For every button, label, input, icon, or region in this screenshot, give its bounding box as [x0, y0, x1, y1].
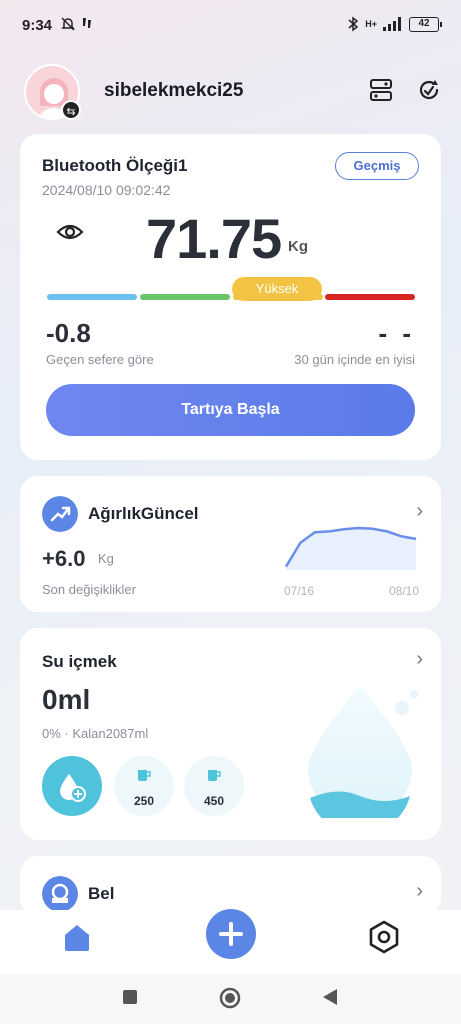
home-nav-icon[interactable]	[219, 987, 241, 1009]
cup-icon	[208, 770, 221, 781]
add-water-button[interactable]	[42, 756, 102, 816]
settings-icon[interactable]	[366, 919, 402, 955]
cup-icon	[138, 770, 151, 781]
weight-level-badge: Yüksek	[232, 277, 322, 301]
eye-icon[interactable]	[56, 222, 84, 242]
status-bar: 9:34 H+ 42	[0, 0, 461, 52]
chevron-right-icon[interactable]: ›	[416, 880, 423, 903]
network-type: H+	[365, 19, 377, 29]
device-list-icon[interactable]	[367, 76, 395, 104]
cup-250-button[interactable]: 250	[114, 756, 174, 816]
weight-value: 71.75	[146, 207, 282, 270]
water-drop-icon	[308, 686, 418, 818]
refresh-icon[interactable]	[415, 76, 443, 104]
scale-card: Bluetooth Ölçeği1 2024/08/10 09:02:42 Ge…	[20, 134, 441, 460]
waist-title: Bel	[88, 884, 115, 903]
weight-unit: Kg	[288, 238, 308, 255]
weight-change-value: +6.0	[42, 546, 86, 571]
history-button[interactable]: Geçmiş	[335, 152, 419, 180]
weight-change-label: Son değişiklikler	[42, 582, 136, 597]
water-intake-card[interactable]: Su içmek › 0ml 0% · Kalan2087ml 250 450	[20, 628, 441, 840]
diff-label: Geçen sefere göre	[46, 352, 154, 367]
system-nav-bar	[0, 974, 461, 1024]
username: sibelekmekci25	[104, 80, 244, 101]
battery-icon: 42	[409, 16, 442, 32]
back-icon[interactable]	[321, 988, 339, 1006]
best-value: - -	[378, 318, 415, 348]
chart-end-label: 08/10	[388, 584, 419, 598]
chevron-right-icon[interactable]: ›	[416, 648, 423, 671]
waist-card[interactable]: Bel ›	[20, 856, 441, 916]
cup-250-label: 250	[133, 794, 155, 808]
trend-up-icon	[42, 496, 78, 532]
status-notification-icons	[60, 16, 94, 32]
water-drop-add-icon	[60, 774, 86, 802]
recent-apps-icon[interactable]	[122, 989, 138, 1005]
weight-change-unit: Kg	[98, 551, 114, 566]
start-weighing-button[interactable]: Tartıya Başla	[46, 384, 415, 436]
weight-trend-chart	[284, 526, 417, 570]
tape-measure-icon	[42, 876, 78, 912]
weight-trend-card[interactable]: AğırlıkGüncel › +6.0 Kg Son değişiklikle…	[20, 476, 441, 612]
profile-header: ⇆ sibelekmekci25	[24, 64, 443, 124]
add-icon[interactable]	[205, 908, 257, 960]
chart-start-label: 07/16	[284, 584, 315, 598]
bell-off-icon	[61, 17, 75, 31]
bmi-bar-very-high	[325, 294, 415, 300]
measurement-timestamp: 2024/08/10 09:02:42	[42, 182, 171, 198]
cup-450-button[interactable]: 450	[184, 756, 244, 816]
water-progress: 0% · Kalan2087ml	[42, 726, 149, 741]
home-icon[interactable]	[60, 920, 94, 954]
bluetooth-icon	[348, 16, 359, 32]
bmi-bar-low	[47, 294, 137, 300]
best-label: 30 gün içinde en iyisi	[294, 352, 415, 367]
scale-device-name: Bluetooth Ölçeği1	[42, 156, 188, 175]
water-title: Su içmek	[42, 652, 117, 671]
diff-value: -0.8	[46, 318, 91, 348]
weight-trend-title: AğırlıkGüncel	[88, 504, 199, 523]
status-right-icons: H+ 42	[347, 16, 442, 32]
status-time: 9:34	[22, 17, 53, 34]
notification-icon	[83, 18, 91, 28]
bottom-tab-bar	[0, 908, 461, 974]
cup-450-label: 450	[203, 794, 225, 808]
water-amount: 0ml	[42, 684, 91, 715]
signal-icon	[383, 17, 401, 31]
bmi-bar-normal	[140, 294, 230, 300]
swap-user-icon[interactable]: ⇆	[61, 100, 81, 120]
